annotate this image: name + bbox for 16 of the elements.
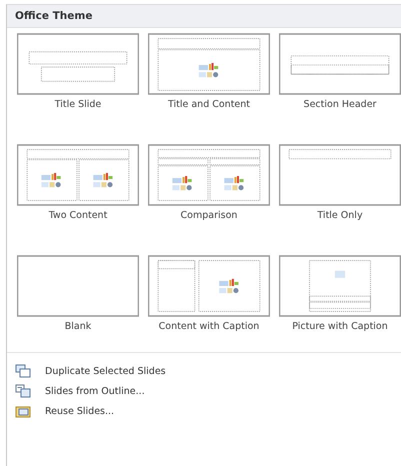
- layout-option[interactable]: Blank: [13, 253, 143, 334]
- layout-option[interactable]: Picture with Caption: [275, 253, 401, 334]
- menu-item[interactable]: Slides from Outline...: [7, 383, 153, 399]
- menu-item[interactable]: Reuse Slides...: [7, 403, 122, 419]
- slides-icon: [15, 384, 31, 398]
- layout-option[interactable]: Title Only: [275, 142, 401, 223]
- slides-icon: [15, 364, 31, 378]
- layout-option[interactable]: Title and Content: [144, 31, 274, 112]
- layout-option[interactable]: Content with Caption: [144, 253, 274, 334]
- layout-option[interactable]: Comparison: [144, 142, 274, 223]
- layout-option[interactable]: Two Content: [13, 142, 143, 223]
- layout-option[interactable]: Title Slide: [13, 31, 143, 112]
- gallery-heading: Office Theme: [7, 5, 401, 28]
- menu-item[interactable]: Duplicate Selected Slides: [7, 363, 174, 379]
- layout-option[interactable]: Section Header: [275, 31, 401, 112]
- folder-slides-icon: [15, 404, 31, 418]
